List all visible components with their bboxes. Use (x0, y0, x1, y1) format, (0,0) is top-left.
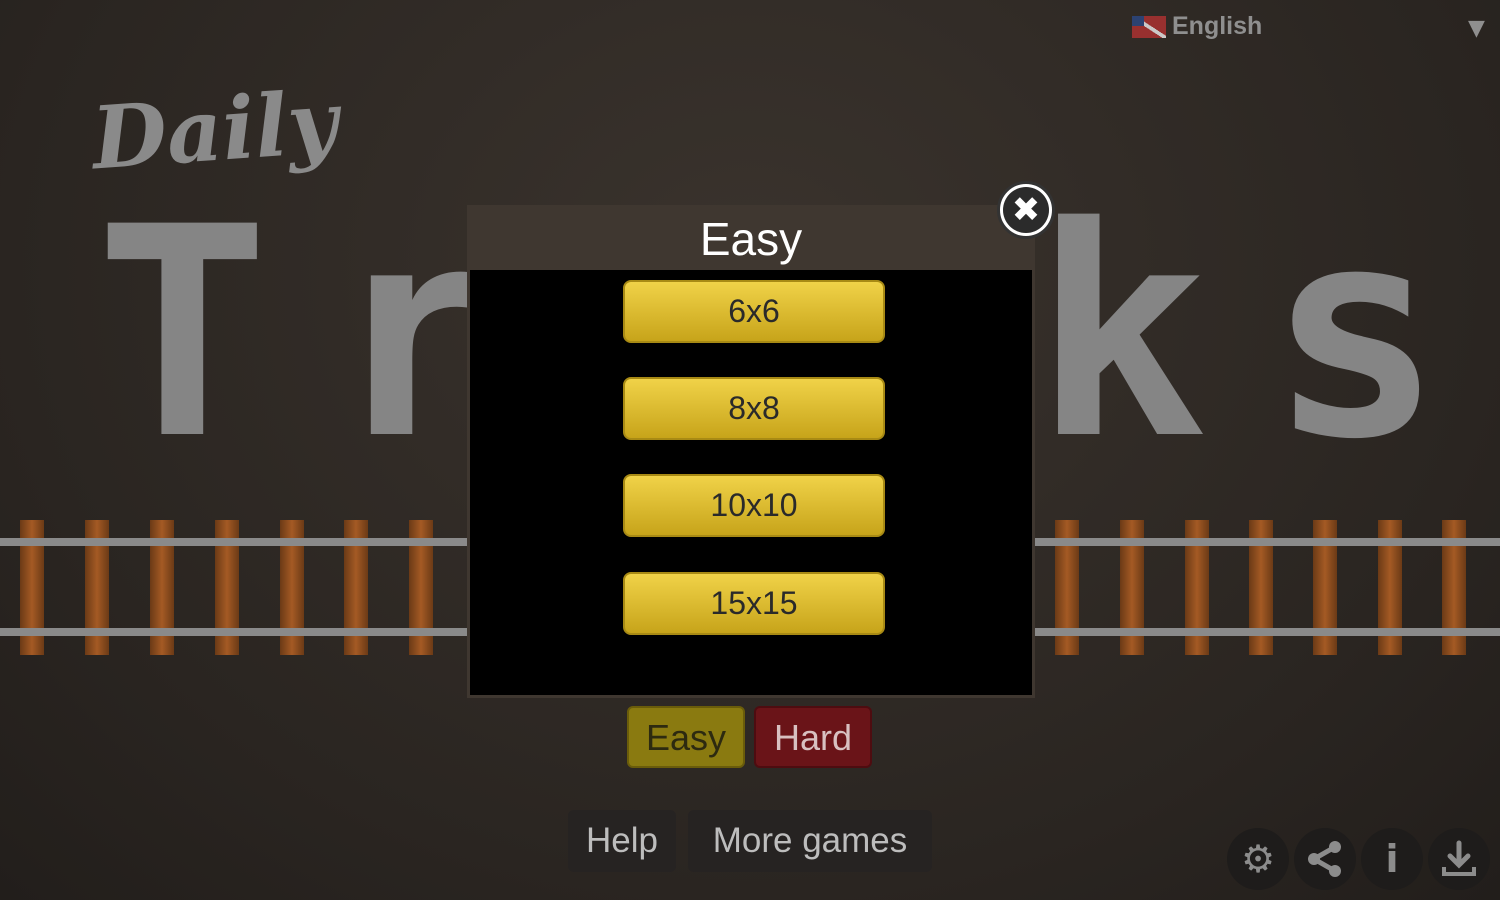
close-icon: ✖ (1003, 187, 1049, 233)
download-icon (1442, 840, 1476, 876)
share-icon (1308, 841, 1341, 877)
size-select-dialog: Easy 6x6 8x8 10x10 15x15 (467, 205, 1035, 698)
download-button[interactable] (1428, 828, 1490, 890)
dropdown-arrow-icon[interactable]: ▼ (1468, 16, 1485, 41)
language-label: English (1172, 12, 1263, 40)
hard-button[interactable]: Hard (754, 706, 872, 768)
language-selector[interactable]: English (1132, 12, 1262, 41)
dialog-title: Easy (470, 208, 1032, 270)
info-icon: i (1385, 837, 1399, 881)
uk-flag-icon (1132, 15, 1166, 38)
gear-icon: ⚙ (1240, 837, 1276, 881)
size-10x10-button[interactable]: 10x10 (623, 474, 885, 537)
settings-button[interactable]: ⚙ (1227, 828, 1289, 890)
share-button[interactable] (1294, 828, 1356, 890)
info-button[interactable]: i (1361, 828, 1423, 890)
size-8x8-button[interactable]: 8x8 (623, 377, 885, 440)
more-games-button[interactable]: More games (688, 810, 932, 872)
close-button[interactable]: ✖ (997, 181, 1055, 239)
size-15x15-button[interactable]: 15x15 (623, 572, 885, 635)
easy-button[interactable]: Easy (627, 706, 745, 768)
size-6x6-button[interactable]: 6x6 (623, 280, 885, 343)
help-button[interactable]: Help (568, 810, 676, 872)
